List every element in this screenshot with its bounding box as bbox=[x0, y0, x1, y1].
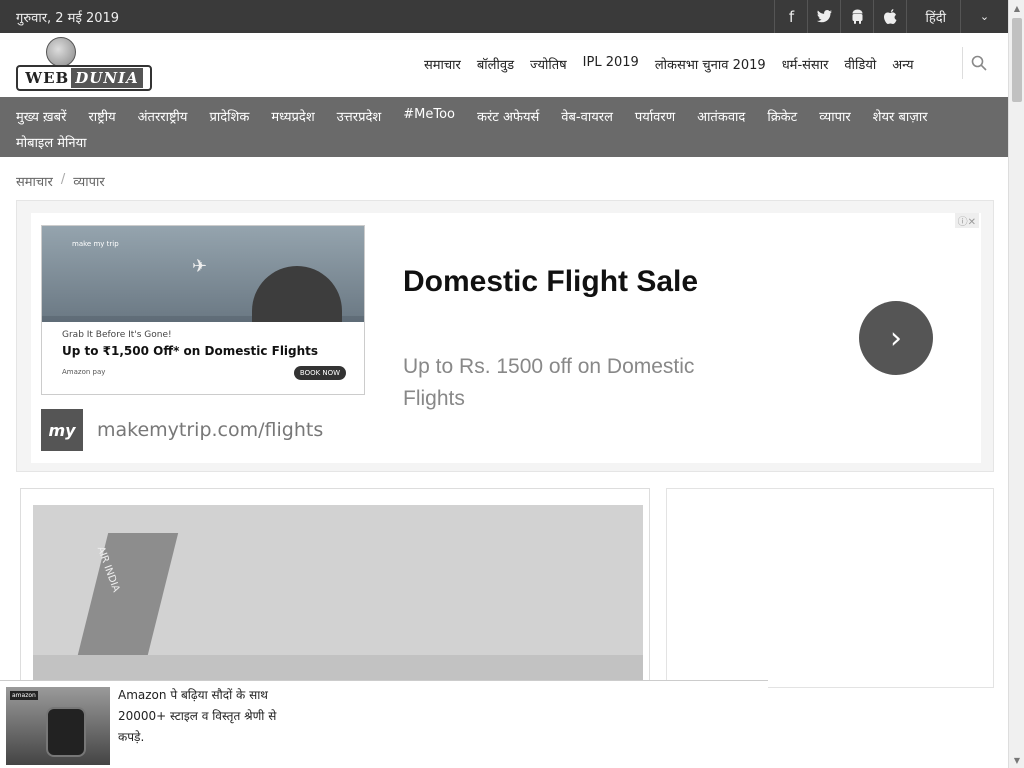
nav-item-jyotish[interactable]: ज्योतिष bbox=[522, 55, 575, 73]
category-item[interactable]: व्यापार bbox=[811, 105, 858, 131]
category-item[interactable]: मध्यप्रदेश bbox=[263, 105, 322, 131]
sidebar-box bbox=[666, 488, 994, 688]
breadcrumb-item-samachar[interactable]: समाचार bbox=[16, 172, 53, 190]
nav-item-ipl[interactable]: IPL 2019 bbox=[575, 55, 647, 73]
article-image[interactable]: AIR INDIA bbox=[33, 505, 643, 695]
ad-banner: ⓘ✕ make my trip ✈ Grab It Before It's Go… bbox=[16, 200, 994, 472]
nav-item-samachar[interactable]: समाचार bbox=[416, 55, 469, 73]
nav-item-anya[interactable]: अन्य bbox=[884, 55, 921, 73]
apple-icon[interactable] bbox=[873, 0, 906, 33]
nav-item-bollywood[interactable]: बॉलीवुड bbox=[469, 55, 522, 73]
chevron-down-icon[interactable]: ⌄ bbox=[960, 0, 1008, 33]
main-nav: समाचार बॉलीवुड ज्योतिष IPL 2019 लोकसभा च… bbox=[416, 55, 922, 73]
sticky-ad-brand: amazon bbox=[10, 691, 38, 700]
ad-image-pay: Amazon pay bbox=[62, 368, 106, 376]
category-item[interactable]: पर्यावरण bbox=[627, 105, 683, 131]
logo-wordmark: WEB DUNIA bbox=[16, 65, 152, 91]
bag-icon bbox=[46, 707, 86, 757]
globe-icon bbox=[46, 37, 76, 67]
ad-brand[interactable]: my makemytrip.com/flights bbox=[41, 409, 323, 451]
ad-image-brand: make my trip bbox=[72, 240, 119, 248]
makemytrip-icon: my bbox=[41, 409, 83, 451]
nav-item-video[interactable]: वीडियो bbox=[836, 55, 884, 73]
sticky-ad[interactable]: amazon Amazon पे बढ़िया सौदों के साथ 200… bbox=[0, 680, 768, 768]
ad-image-tagline: Grab It Before It's Gone! bbox=[62, 330, 172, 340]
category-item[interactable]: उत्तरप्रदेश bbox=[329, 105, 390, 131]
category-item[interactable]: शेयर बाज़ार bbox=[865, 105, 936, 131]
scrollbar-thumb[interactable] bbox=[1012, 18, 1022, 102]
scroll-up-icon[interactable]: ▲ bbox=[1009, 0, 1024, 16]
facebook-icon[interactable]: f bbox=[774, 0, 807, 33]
twitter-icon[interactable] bbox=[807, 0, 840, 33]
current-date: गुरुवार, 2 मई 2019 bbox=[16, 11, 120, 26]
search-button[interactable] bbox=[962, 47, 994, 79]
ad-headline[interactable]: Domestic Flight Sale bbox=[403, 265, 698, 299]
ad-image[interactable]: make my trip ✈ Grab It Before It's Gone!… bbox=[41, 225, 365, 395]
category-item[interactable]: राष्ट्रीय bbox=[80, 105, 123, 131]
sticky-ad-text[interactable]: Amazon पे बढ़िया सौदों के साथ 20000+ स्ट… bbox=[118, 685, 288, 748]
social-links: f हिंदी ⌄ bbox=[774, 0, 1008, 33]
language-selector[interactable]: हिंदी bbox=[906, 0, 960, 33]
ad-arrow-button[interactable]: › bbox=[859, 301, 933, 375]
ad-url[interactable]: makemytrip.com/flights bbox=[97, 419, 323, 441]
category-item[interactable]: क्रिकेट bbox=[759, 105, 805, 131]
ad-description: Up to Rs. 1500 off on Domestic Flights bbox=[403, 355, 695, 410]
category-item[interactable]: वेब-वायरल bbox=[553, 105, 621, 131]
ad-close-icon[interactable]: ⓘ✕ bbox=[954, 213, 979, 228]
page-scrollbar[interactable]: ▲ ▼ bbox=[1008, 0, 1024, 768]
category-item[interactable]: आतंकवाद bbox=[689, 105, 753, 131]
android-icon[interactable] bbox=[840, 0, 873, 33]
nav-item-election[interactable]: लोकसभा चुनाव 2019 bbox=[647, 55, 774, 73]
search-icon bbox=[971, 55, 987, 71]
webdunia-logo[interactable]: WEB DUNIA bbox=[16, 37, 152, 91]
top-bar: गुरुवार, 2 मई 2019 f हिंदी ⌄ bbox=[0, 0, 1008, 33]
category-item[interactable]: अंतरराष्ट्रीय bbox=[130, 105, 196, 131]
category-nav: मुख्य ख़बरें राष्ट्रीय अंतरराष्ट्रीय प्र… bbox=[0, 97, 1008, 157]
site-header: WEB DUNIA समाचार बॉलीवुड ज्योतिष IPL 2019… bbox=[0, 33, 1008, 95]
scroll-down-icon[interactable]: ▼ bbox=[1009, 752, 1024, 768]
nav-item-dharm[interactable]: धर्म-संसार bbox=[774, 55, 837, 73]
sticky-ad-image[interactable]: amazon bbox=[6, 687, 110, 765]
category-item[interactable]: मुख्य ख़बरें bbox=[8, 105, 74, 131]
breadcrumb-separator: / bbox=[60, 172, 66, 187]
category-item[interactable]: #MeToo bbox=[395, 105, 463, 131]
category-item[interactable]: मोबाइल मेनिया bbox=[8, 131, 95, 157]
ad-book-now-button[interactable]: BOOK NOW bbox=[294, 366, 346, 380]
chevron-right-icon: › bbox=[890, 320, 902, 356]
ad-image-offer: Up to ₹1,500 Off* on Domestic Flights bbox=[62, 344, 319, 358]
breadcrumb: समाचार / व्यापार bbox=[16, 172, 105, 190]
category-item[interactable]: करंट अफेयर्स bbox=[469, 105, 547, 131]
breadcrumb-item-vyapar[interactable]: व्यापार bbox=[73, 172, 104, 190]
category-item[interactable]: प्रादेशिक bbox=[201, 105, 257, 131]
article-card: AIR INDIA bbox=[20, 488, 650, 695]
ad-content[interactable]: ⓘ✕ make my trip ✈ Grab It Before It's Go… bbox=[31, 213, 981, 463]
airplane-icon: ✈ bbox=[192, 256, 208, 277]
